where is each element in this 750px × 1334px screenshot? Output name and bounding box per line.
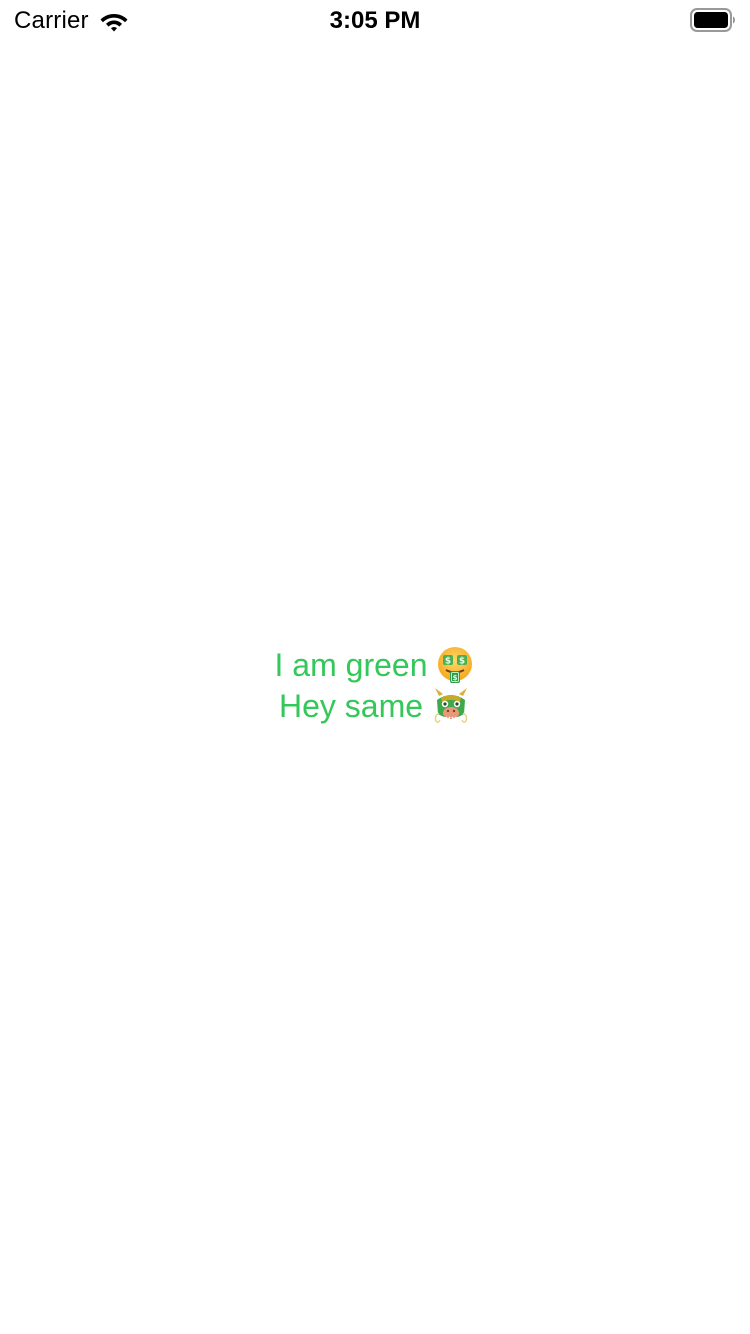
center-text-stack: I am green $ $ $ Hey same bbox=[0, 645, 750, 727]
line-1: I am green $ $ $ bbox=[0, 645, 750, 686]
svg-text:$: $ bbox=[445, 657, 451, 667]
line-2: Hey same bbox=[0, 686, 750, 727]
status-time: 3:05 PM bbox=[329, 7, 421, 34]
battery-icon bbox=[690, 8, 735, 32]
svg-text:$: $ bbox=[453, 674, 458, 682]
status-bar: Carrier 3:05 PM bbox=[0, 0, 750, 40]
line-1-text: I am green bbox=[274, 647, 428, 683]
line-2-text: Hey same bbox=[278, 688, 424, 724]
svg-text:$: $ bbox=[459, 657, 465, 667]
dragon-face-icon bbox=[434, 688, 468, 723]
money-mouth-face-icon: $ $ $ bbox=[438, 647, 473, 683]
